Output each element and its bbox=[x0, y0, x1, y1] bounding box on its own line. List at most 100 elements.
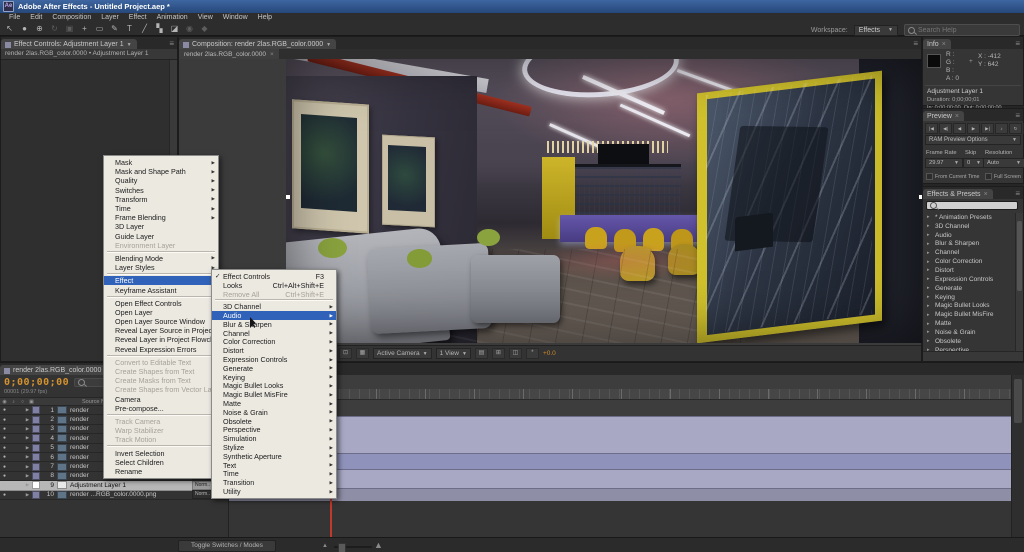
expander-icon[interactable]: ▶ bbox=[23, 454, 32, 460]
layer-color-chip[interactable] bbox=[32, 416, 40, 424]
layer-duration-bar[interactable] bbox=[229, 469, 1012, 489]
expander-icon[interactable]: ▶ bbox=[23, 464, 32, 470]
menu-item-stylize[interactable]: Stylize▶ bbox=[212, 443, 336, 452]
scrollbar-thumb[interactable] bbox=[1014, 379, 1022, 423]
tab-info[interactable]: Info × bbox=[923, 39, 951, 49]
expander-icon[interactable]: ▸ bbox=[927, 303, 935, 309]
eye-icon[interactable]: ● bbox=[0, 435, 9, 441]
menu-animation[interactable]: Animation bbox=[152, 14, 193, 21]
menu-item-time[interactable]: Time▶ bbox=[212, 470, 336, 479]
menu-item-mask[interactable]: Mask▶ bbox=[104, 158, 218, 167]
expander-icon[interactable]: ▸ bbox=[927, 267, 935, 273]
menu-item-transition[interactable]: Transition▶ bbox=[212, 478, 336, 487]
menu-item-effect[interactable]: Effect▶ bbox=[104, 276, 218, 285]
menu-item-blur-sharpen[interactable]: Blur & Sharpen▶ bbox=[212, 320, 336, 329]
menu-item-looks[interactable]: LooksCtrl+Alt+Shift+E bbox=[212, 281, 336, 290]
skip-dropdown[interactable]: 0 ▼ bbox=[963, 158, 985, 168]
eraser-tool[interactable]: ◪ bbox=[168, 23, 181, 34]
layer-color-chip[interactable] bbox=[32, 463, 40, 471]
expander-icon[interactable]: ▶ bbox=[23, 445, 32, 451]
effects-category-expression-controls[interactable]: ▸Expression Controls bbox=[923, 275, 1016, 284]
layer-color-chip[interactable] bbox=[32, 444, 40, 452]
menu-item-color-correction[interactable]: Color Correction▶ bbox=[212, 338, 336, 347]
menu-window[interactable]: Window bbox=[218, 14, 253, 21]
expander-icon[interactable]: ▶ bbox=[23, 492, 32, 498]
effects-category-matte[interactable]: ▸Matte bbox=[923, 319, 1016, 328]
expander-icon[interactable]: ▶ bbox=[23, 435, 32, 441]
close-icon[interactable]: × bbox=[270, 51, 274, 58]
transport-button-3[interactable]: ▶ bbox=[967, 123, 980, 134]
menu-item-3d-channel[interactable]: 3D Channel▶ bbox=[212, 302, 336, 311]
zoom-slider-thumb[interactable] bbox=[338, 543, 346, 552]
effects-category-obsolete[interactable]: ▸Obsolete bbox=[923, 337, 1016, 346]
menu-item-obsolete[interactable]: Obsolete▶ bbox=[212, 417, 336, 426]
menu-item-3d-layer[interactable]: 3D Layer bbox=[104, 222, 218, 231]
effects-category-keying[interactable]: ▸Keying bbox=[923, 293, 1016, 302]
menu-edit[interactable]: Edit bbox=[25, 14, 47, 21]
transport-button-4[interactable]: ▶| bbox=[981, 123, 994, 134]
close-icon[interactable]: × bbox=[955, 113, 959, 120]
frame-rate-dropdown[interactable]: 29.97 ▼ bbox=[925, 158, 963, 168]
layer-color-chip[interactable] bbox=[32, 491, 40, 499]
snapshot-icon[interactable]: * bbox=[526, 348, 539, 359]
eye-icon[interactable]: ● bbox=[0, 445, 9, 451]
close-icon[interactable]: × bbox=[942, 41, 946, 48]
menu-item-invert-selection[interactable]: Invert Selection bbox=[104, 448, 218, 457]
eye-icon[interactable]: ● bbox=[0, 426, 9, 432]
menu-item-simulation[interactable]: Simulation▶ bbox=[212, 434, 336, 443]
layer-row-9[interactable]: ●▶9Adjustment Layer 1Norm..▼ bbox=[0, 481, 228, 490]
clone-stamp-tool[interactable]: ▚ bbox=[153, 23, 166, 34]
layer-duration-bar[interactable] bbox=[229, 416, 1012, 454]
effects-category-animation-presets[interactable]: ▸* Animation Presets bbox=[923, 213, 1016, 222]
expander-icon[interactable]: ▸ bbox=[927, 259, 935, 265]
menu-item-matte[interactable]: Matte▶ bbox=[212, 399, 336, 408]
timeline-track-area[interactable] bbox=[228, 375, 1012, 537]
zoom-tool[interactable]: ⊕ bbox=[33, 23, 46, 34]
menu-item-reveal-layer-source-in-project[interactable]: Reveal Layer Source in Project bbox=[104, 326, 218, 335]
expander-icon[interactable]: ▸ bbox=[927, 321, 935, 327]
layer-color-chip[interactable] bbox=[32, 481, 40, 489]
eye-icon[interactable]: ● bbox=[0, 407, 9, 413]
eye-icon[interactable]: ● bbox=[0, 482, 9, 488]
layer-handle[interactable] bbox=[286, 195, 290, 199]
transparency-grid-icon[interactable]: ▦ bbox=[356, 348, 369, 359]
menu-item-pre-compose[interactable]: Pre-compose... bbox=[104, 404, 218, 413]
scrollbar-thumb[interactable] bbox=[1017, 221, 1022, 291]
menu-item-magic-bullet-misfire[interactable]: Magic Bullet MisFire▶ bbox=[212, 390, 336, 399]
menu-item-open-layer[interactable]: Open Layer bbox=[104, 308, 218, 317]
expander-icon[interactable]: ▸ bbox=[927, 312, 935, 318]
fast-previews-icon[interactable]: ◫ bbox=[509, 348, 522, 359]
tab-composition[interactable]: Composition: render 2las.RGB_color.0000 … bbox=[179, 39, 336, 49]
menu-item-guide-layer[interactable]: Guide Layer bbox=[104, 232, 218, 241]
menu-item-effect-controls[interactable]: ✓Effect ControlsF3 bbox=[212, 272, 336, 281]
menu-view[interactable]: View bbox=[193, 14, 218, 21]
expander-icon[interactable]: ▸ bbox=[927, 285, 935, 291]
transport-button-5[interactable]: ♪ bbox=[995, 123, 1008, 134]
menu-item-camera[interactable]: Camera▶ bbox=[104, 395, 218, 404]
expander-icon[interactable]: ▶ bbox=[23, 482, 32, 488]
menu-item-synthetic-aperture[interactable]: Synthetic Aperture▶ bbox=[212, 452, 336, 461]
menu-item-switches[interactable]: Switches▶ bbox=[104, 186, 218, 195]
composition-image[interactable] bbox=[286, 59, 923, 343]
effects-category-blur-sharpen[interactable]: ▸Blur & Sharpen bbox=[923, 240, 1016, 249]
layer-color-chip[interactable] bbox=[32, 472, 40, 480]
panel-menu-icon[interactable]: ≡ bbox=[1012, 189, 1023, 199]
effects-category-channel[interactable]: ▸Channel bbox=[923, 248, 1016, 257]
layer-name[interactable]: render ...RGB_color.0000.png bbox=[70, 491, 192, 498]
effects-category-magic-bullet-looks[interactable]: ▸Magic Bullet Looks bbox=[923, 301, 1016, 310]
eye-icon[interactable]: ● bbox=[0, 473, 9, 479]
help-search[interactable] bbox=[904, 24, 1020, 36]
panel-menu-icon[interactable]: ≡ bbox=[1012, 111, 1023, 121]
layer-color-chip[interactable] bbox=[32, 434, 40, 442]
menu-item-channel[interactable]: Channel▶ bbox=[212, 329, 336, 338]
panel-menu-icon[interactable]: ≡ bbox=[910, 39, 921, 49]
eye-icon[interactable]: ● bbox=[0, 417, 9, 423]
workspace-dropdown[interactable]: Effects ▼ bbox=[854, 25, 898, 36]
pixel-aspect-icon[interactable]: ⊞ bbox=[492, 348, 505, 359]
menu-item-noise-grain[interactable]: Noise & Grain▶ bbox=[212, 408, 336, 417]
toggle-switches-modes-button[interactable]: Toggle Switches / Modes bbox=[178, 540, 276, 552]
expander-icon[interactable]: ▸ bbox=[927, 214, 935, 220]
resolution-preview-dropdown[interactable]: Auto ▼ bbox=[983, 158, 1024, 168]
expander-icon[interactable]: ▸ bbox=[927, 250, 935, 256]
menu-item-layer-styles[interactable]: Layer Styles▶ bbox=[104, 263, 218, 272]
